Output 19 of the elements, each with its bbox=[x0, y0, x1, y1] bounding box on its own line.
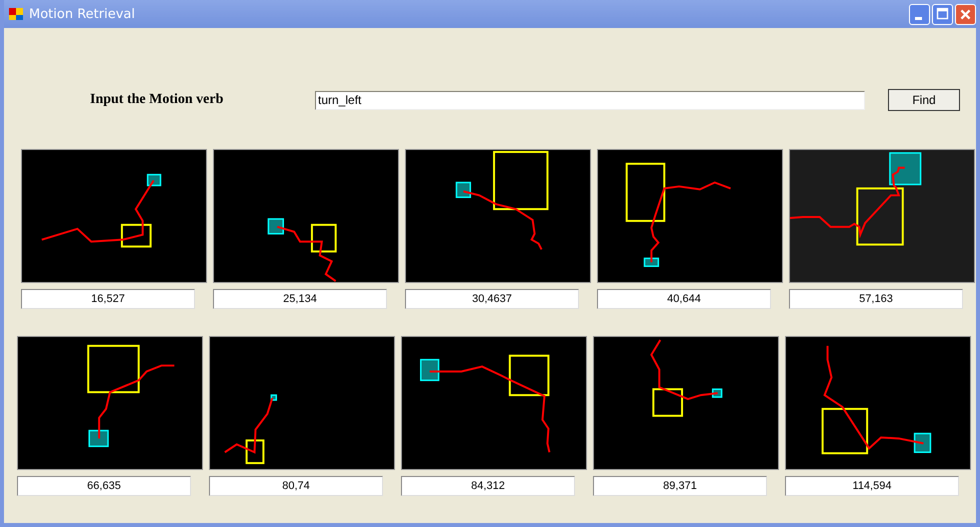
motion-verb-field[interactable]: turn_left bbox=[315, 90, 865, 110]
window-title: Motion Retrieval bbox=[29, 6, 136, 22]
score-field[interactable]: 84,312 bbox=[401, 476, 575, 496]
minimize-button[interactable] bbox=[909, 4, 930, 24]
score-field[interactable]: 25,134 bbox=[213, 289, 387, 309]
score-field[interactable]: 80,74 bbox=[209, 476, 383, 496]
find-button[interactable]: Find bbox=[888, 89, 960, 111]
score-field[interactable]: 66,635 bbox=[17, 476, 191, 496]
score-field[interactable]: 57,163 bbox=[789, 289, 963, 309]
close-button[interactable] bbox=[955, 4, 976, 24]
score-field[interactable]: 89,371 bbox=[593, 476, 767, 496]
score-field[interactable]: 114,594 bbox=[785, 476, 959, 496]
score-field[interactable]: 30,4637 bbox=[405, 289, 579, 309]
score-field[interactable]: 16,527 bbox=[21, 289, 195, 309]
score-field[interactable]: 40,644 bbox=[597, 289, 771, 309]
maximize-button[interactable] bbox=[932, 4, 953, 24]
query-label: Input the Motion verb bbox=[90, 92, 224, 108]
minimize-icon bbox=[915, 16, 922, 20]
app-icon bbox=[8, 6, 24, 22]
